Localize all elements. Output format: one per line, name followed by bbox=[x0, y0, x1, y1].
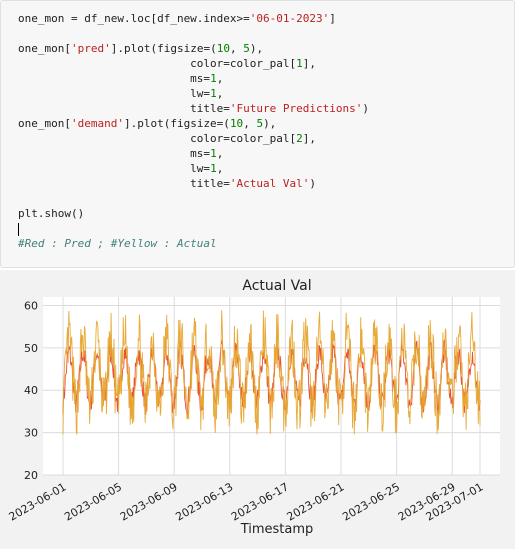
code-line: lw=1, bbox=[18, 86, 369, 101]
code-token: ms= bbox=[18, 72, 211, 85]
code-token: ms= bbox=[18, 147, 211, 160]
x-tick-label: 2023-06-05 bbox=[62, 480, 124, 523]
code-line: color=color_pal[1], bbox=[18, 56, 369, 71]
x-tick-label: 2023-06-21 bbox=[285, 480, 347, 523]
x-tick-label: 2023-06-01 bbox=[7, 480, 69, 523]
code-token: ], bbox=[302, 132, 317, 145]
code-token: one_mon[ bbox=[18, 42, 71, 55]
code-token: title= bbox=[18, 177, 230, 190]
code-token: ], bbox=[302, 57, 317, 70]
code-cell[interactable]: one_mon = df_new.loc[df_new.index>='06-0… bbox=[0, 0, 515, 268]
y-tick-label: 40 bbox=[24, 384, 38, 397]
output-area: Actual Val Timestamp 20 30 40 50 60 2023-06-0… bbox=[0, 270, 515, 549]
code-token: ), bbox=[263, 117, 277, 130]
code-token: ].plot(figsize=( bbox=[110, 42, 217, 55]
x-tick-label: 2023-06-09 bbox=[118, 480, 180, 523]
x-tick-label: 2023-06-25 bbox=[340, 480, 402, 523]
code-token: 10 bbox=[216, 42, 230, 55]
code-line: plt.show() bbox=[18, 206, 369, 221]
x-tick-label: 2023-06-13 bbox=[173, 480, 235, 523]
code-line: ms=1, bbox=[18, 71, 369, 86]
code-line: color=color_pal[2], bbox=[18, 131, 369, 146]
code-line: ms=1, bbox=[18, 146, 369, 161]
code-token: ) bbox=[309, 177, 317, 190]
chart-title: Actual Val bbox=[242, 278, 311, 294]
code-token: 1 bbox=[210, 147, 217, 160]
y-tick-label: 60 bbox=[24, 299, 38, 312]
code-token: 'pred' bbox=[70, 42, 111, 55]
code-token: 10 bbox=[229, 117, 244, 130]
code-line: lw=1, bbox=[18, 161, 369, 176]
text-cursor bbox=[18, 222, 19, 236]
code-token: one_mon = df_new.loc[df_new.index>= bbox=[18, 12, 250, 25]
y-tick-label: 30 bbox=[24, 427, 38, 440]
code-line: title='Actual Val') bbox=[18, 176, 369, 191]
code-line: #Red : Pred ; #Yellow : Actual bbox=[18, 236, 369, 251]
code-token: ) bbox=[362, 102, 369, 115]
code-token: , bbox=[243, 117, 257, 130]
y-tick-label: 50 bbox=[24, 342, 38, 355]
code-token: ] bbox=[329, 12, 336, 25]
y-tick-label: 20 bbox=[24, 469, 38, 482]
code-token: 2 bbox=[296, 132, 303, 145]
code-token: , bbox=[216, 162, 224, 175]
code-token: lw= bbox=[18, 87, 211, 100]
code-token: #Red : Pred ; #Yellow : Actual bbox=[18, 237, 217, 250]
code-line: one_mon = df_new.loc[df_new.index>='06-0… bbox=[18, 11, 369, 26]
code-editor[interactable]: one_mon = df_new.loc[df_new.index>='06-0… bbox=[18, 11, 369, 251]
code-token: color=color_pal[ bbox=[18, 132, 297, 145]
code-line: title='Future Predictions') bbox=[18, 101, 369, 116]
code-token: lw= bbox=[18, 162, 211, 175]
code-line bbox=[18, 221, 369, 236]
x-tick-label: 2023-06-17 bbox=[229, 480, 291, 523]
code-token: plt.show() bbox=[18, 207, 85, 220]
code-token: 1 bbox=[210, 87, 217, 100]
code-token: 1 bbox=[210, 72, 217, 85]
code-token: '06-01-2023' bbox=[249, 12, 330, 25]
code-token: 1 bbox=[210, 162, 217, 175]
code-token: , bbox=[216, 87, 224, 100]
code-token: color=color_pal[ bbox=[18, 57, 297, 70]
code-token: 5 bbox=[243, 42, 250, 55]
code-token: 'demand' bbox=[70, 117, 124, 130]
code-token: , bbox=[216, 72, 224, 85]
code-token: , bbox=[216, 147, 224, 160]
plot-chart: Actual Val Timestamp 20 30 40 50 60 2023-06-0… bbox=[7, 278, 500, 537]
code-token: 'Actual Val' bbox=[229, 177, 310, 190]
code-line: one_mon['demand'].plot(figsize=(10, 5), bbox=[18, 116, 369, 131]
code-token: 'Future Predictions' bbox=[229, 102, 363, 115]
code-token: ), bbox=[249, 42, 264, 55]
code-token: , bbox=[229, 42, 244, 55]
code-line: one_mon['pred'].plot(figsize=(10, 5), bbox=[18, 41, 369, 56]
code-token: one_mon[ bbox=[18, 117, 71, 130]
code-token: 1 bbox=[296, 57, 303, 70]
code-token: title= bbox=[18, 102, 230, 115]
code-token: ].plot(figsize=( bbox=[123, 117, 230, 130]
x-axis-label: Timestamp bbox=[240, 522, 314, 537]
